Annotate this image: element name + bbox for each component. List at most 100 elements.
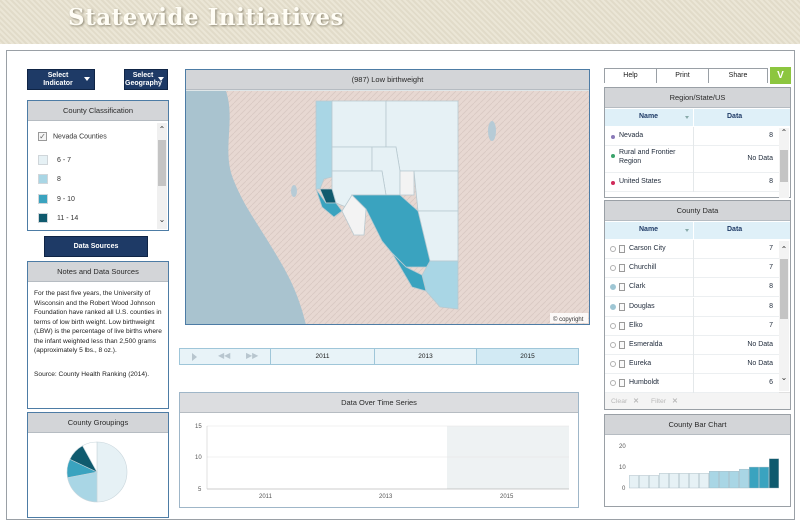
row-select-radio[interactable]: [610, 303, 616, 310]
scroll-up-icon[interactable]: ⌃: [779, 128, 789, 138]
sort-icon[interactable]: [685, 116, 689, 119]
document-icon[interactable]: [619, 379, 625, 388]
play-icon[interactable]: [192, 353, 197, 361]
nevada-counties-checkbox-row[interactable]: ✓ Nevada Counties: [38, 132, 107, 144]
series-dot-icon: [611, 154, 615, 158]
document-icon[interactable]: [619, 321, 625, 330]
bar[interactable]: [669, 473, 679, 489]
document-icon[interactable]: [619, 245, 625, 253]
county-groupings-pie-chart: [66, 441, 128, 503]
map-canvas[interactable]: © copyright: [186, 91, 589, 325]
county-name: Clark: [629, 283, 646, 291]
clear-button[interactable]: Clear ✕: [611, 397, 639, 405]
region-row[interactable]: United States 8: [605, 173, 779, 192]
legend-swatch: [38, 194, 48, 204]
county-row[interactable]: Churchill 7: [605, 259, 779, 279]
county-pershing[interactable]: [331, 146, 373, 172]
document-icon[interactable]: [619, 341, 625, 349]
series-dot-icon: [611, 181, 615, 185]
bar[interactable]: [679, 473, 689, 489]
county-value: No Data: [747, 360, 773, 368]
bar[interactable]: [709, 471, 719, 489]
fast-forward-icon[interactable]: ▶▶: [246, 351, 258, 360]
bar[interactable]: [759, 466, 769, 489]
document-icon[interactable]: [619, 283, 625, 292]
county-row[interactable]: Douglas 8: [605, 297, 779, 317]
bar[interactable]: [729, 471, 739, 489]
scroll-thumb[interactable]: [780, 259, 788, 319]
county-row[interactable]: Carson City 7: [605, 240, 779, 259]
brand-logo-icon[interactable]: V: [770, 67, 791, 84]
select-indicator-button[interactable]: Select Indicator: [27, 69, 95, 90]
document-icon[interactable]: [619, 302, 625, 311]
county-col-name[interactable]: Name: [639, 226, 658, 233]
playback-controls: ◀◀ ▶▶: [180, 349, 270, 364]
document-icon[interactable]: [619, 264, 625, 273]
print-link[interactable]: Print: [657, 69, 709, 83]
county-col-data[interactable]: Data: [727, 226, 742, 233]
select-geography-button[interactable]: Select Geography: [124, 69, 168, 90]
region-name: United States: [619, 178, 662, 185]
county-washoe[interactable]: [315, 100, 333, 190]
notes-title: Notes and Data Sources: [28, 262, 168, 282]
county-row[interactable]: Clark 8: [605, 278, 779, 298]
county-row[interactable]: Esmeralda No Data: [605, 336, 779, 355]
county-humboldt[interactable]: [331, 100, 387, 148]
data-sources-button[interactable]: Data Sources: [44, 236, 148, 257]
filter-button[interactable]: Filter ✕: [651, 397, 678, 405]
year-2015[interactable]: 2015: [476, 349, 578, 364]
legend-label: 11 - 14: [57, 214, 79, 222]
row-select-radio[interactable]: [610, 284, 616, 291]
row-select-radio[interactable]: [610, 342, 616, 348]
bar[interactable]: [719, 471, 729, 489]
scroll-thumb[interactable]: [158, 140, 166, 186]
bar[interactable]: [699, 473, 709, 489]
row-select-radio[interactable]: [610, 246, 616, 252]
scroll-up-icon[interactable]: ⌃: [779, 245, 789, 255]
county-value: 8: [769, 283, 773, 291]
county-bar-chart: 20 10 0: [619, 444, 779, 492]
classification-scrollbar[interactable]: ⌃ ⌄: [157, 123, 167, 229]
close-icon: ✕: [633, 398, 639, 405]
scroll-thumb[interactable]: [780, 150, 788, 182]
pie-slice[interactable]: [96, 441, 128, 503]
nevada-counties-label: Nevada Counties: [53, 133, 107, 141]
scroll-down-icon[interactable]: ⌄: [157, 215, 167, 225]
bar[interactable]: [659, 473, 669, 489]
row-select-radio[interactable]: [610, 361, 616, 368]
time-series-chart: 15 10 5 2011 2013 2015: [195, 424, 569, 500]
year-2011[interactable]: 2011: [270, 349, 374, 364]
county-white-pine[interactable]: [413, 170, 459, 212]
bar[interactable]: [689, 473, 699, 489]
row-select-radio[interactable]: [610, 265, 616, 272]
year-2013[interactable]: 2013: [374, 349, 476, 364]
county-row[interactable]: Elko 7: [605, 316, 779, 336]
region-scrollbar[interactable]: ⌃: [779, 128, 789, 198]
region-row[interactable]: Nevada 8: [605, 127, 779, 146]
county-scrollbar[interactable]: ⌃ ⌄: [779, 241, 789, 391]
checkbox[interactable]: ✓: [38, 132, 47, 141]
bar[interactable]: [739, 468, 749, 489]
bar[interactable]: [639, 475, 649, 489]
row-select-radio[interactable]: [610, 322, 616, 329]
region-col-data[interactable]: Data: [727, 113, 742, 120]
region-col-name[interactable]: Name: [639, 113, 658, 120]
county-eureka[interactable]: [399, 170, 415, 196]
county-row[interactable]: Eureka No Data: [605, 355, 779, 375]
sort-icon[interactable]: [685, 229, 689, 232]
legend-item: 11 - 14: [38, 213, 78, 225]
county-row[interactable]: Humboldt 6: [605, 374, 779, 394]
row-select-radio[interactable]: [610, 380, 616, 387]
region-row[interactable]: Rural and Frontier Region No Data: [605, 146, 779, 173]
share-link[interactable]: Share: [709, 69, 767, 83]
bar[interactable]: [649, 475, 659, 489]
document-icon[interactable]: [619, 360, 625, 369]
bar[interactable]: [629, 475, 639, 489]
scroll-up-icon[interactable]: ⌃: [157, 125, 167, 135]
bar[interactable]: [769, 458, 779, 489]
help-link[interactable]: Help: [605, 69, 657, 83]
rewind-icon[interactable]: ◀◀: [218, 351, 230, 360]
bar[interactable]: [749, 466, 759, 489]
scroll-down-icon[interactable]: ⌄: [779, 373, 789, 383]
legend-label: 8: [57, 175, 61, 183]
